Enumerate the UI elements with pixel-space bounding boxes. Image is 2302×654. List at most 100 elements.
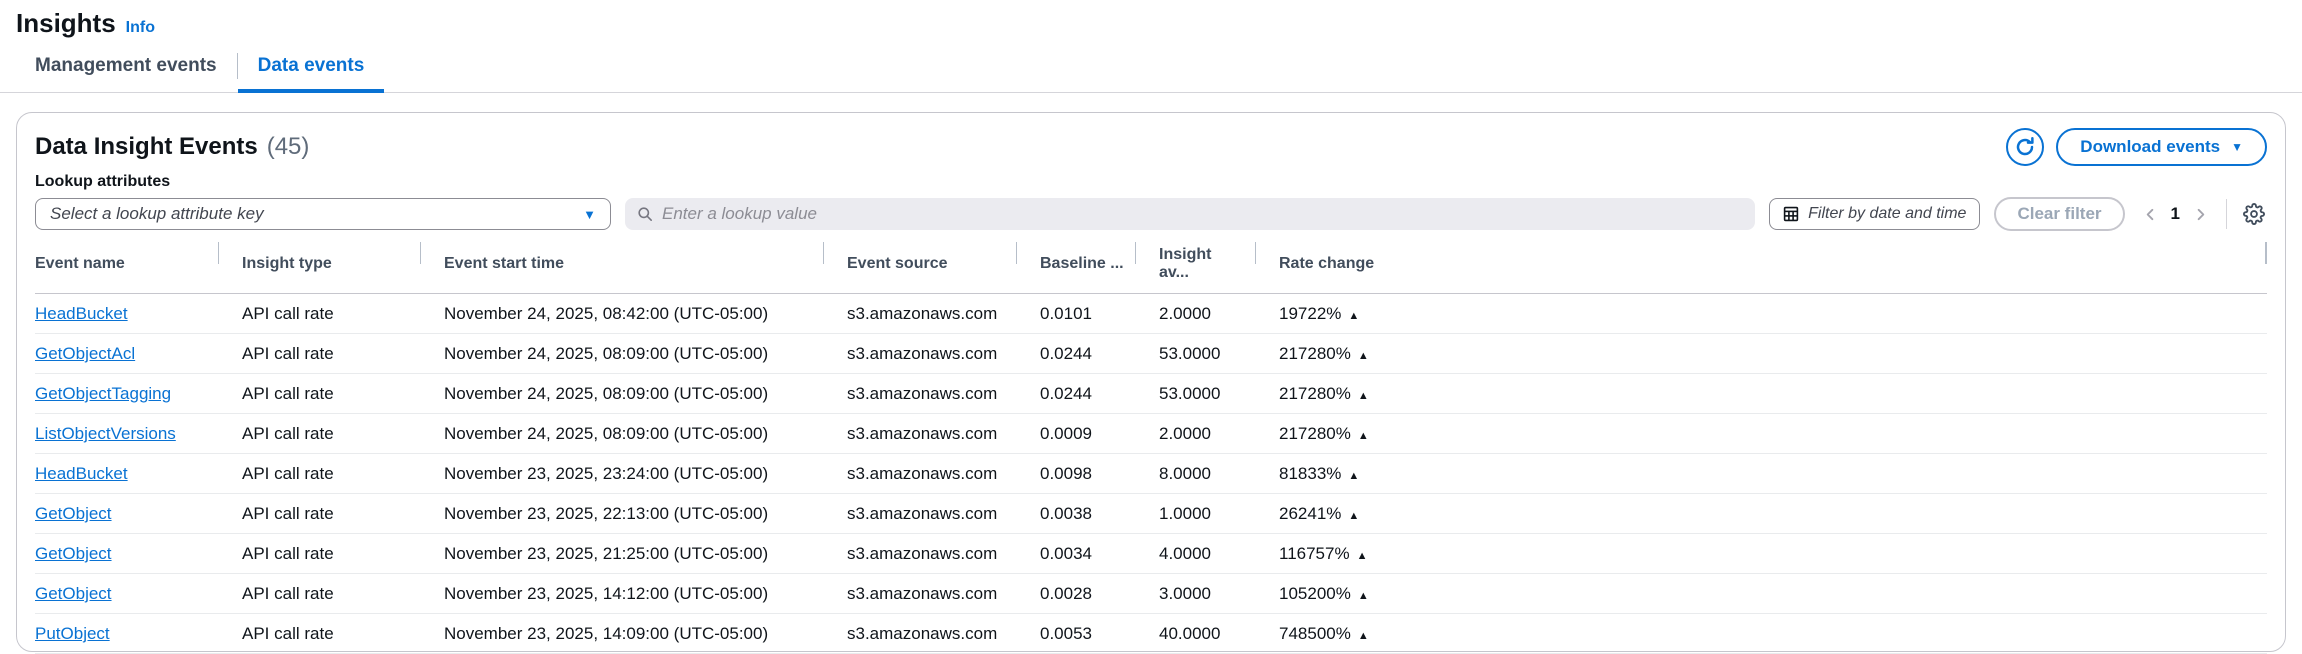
tab-data-events[interactable]: Data events bbox=[238, 53, 385, 93]
search-icon bbox=[637, 206, 653, 222]
rate-change-value: 81833% bbox=[1279, 464, 1342, 483]
rate-change-value: 26241% bbox=[1279, 504, 1342, 523]
panel-title: Data Insight Events bbox=[35, 133, 258, 160]
event-source-cell: s3.amazonaws.com bbox=[823, 413, 1016, 454]
data-insight-events-panel: Data Insight Events (45) Download events… bbox=[16, 112, 2286, 654]
rate-up-arrow-icon: ▲ bbox=[1348, 470, 1360, 482]
info-link[interactable]: Info bbox=[126, 19, 155, 37]
insight-average-cell: 4.0000 bbox=[1135, 533, 1255, 574]
date-filter-input[interactable]: Filter by date and time bbox=[1769, 198, 1981, 230]
event-start-time-cell: November 23, 2025, 14:09:00 (UTC-05:00) bbox=[420, 613, 823, 654]
rate-change-value: 748500% bbox=[1279, 624, 1351, 643]
insight-type-cell: API call rate bbox=[218, 613, 420, 654]
event-name-link[interactable]: GetObject bbox=[35, 504, 112, 523]
rate-change-value: 217280% bbox=[1279, 384, 1351, 403]
caret-down-icon: ▼ bbox=[583, 206, 596, 222]
insight-average-cell: 53.0000 bbox=[1135, 333, 1255, 374]
baseline-cell: 0.0038 bbox=[1016, 493, 1135, 534]
lookup-value-search-input[interactable]: Enter a lookup value bbox=[625, 198, 1756, 230]
rate-change-value: 105200% bbox=[1279, 584, 1351, 603]
insight-type-cell: API call rate bbox=[218, 413, 420, 454]
refresh-button[interactable] bbox=[2006, 128, 2045, 166]
event-name-link[interactable]: GetObject bbox=[35, 544, 112, 563]
download-events-label: Download events bbox=[2080, 137, 2221, 156]
table-row: GetObjectAcl API call rate November 24, … bbox=[35, 333, 2267, 374]
baseline-cell: 0.0028 bbox=[1016, 573, 1135, 614]
column-header-baseline[interactable]: Baseline ... bbox=[1016, 239, 1135, 294]
baseline-cell: 0.0244 bbox=[1016, 373, 1135, 414]
event-start-time-cell: November 24, 2025, 08:42:00 (UTC-05:00) bbox=[420, 293, 823, 334]
rate-change-cell: 26241% ▲ bbox=[1255, 493, 2267, 534]
insight-type-cell: API call rate bbox=[218, 453, 420, 494]
baseline-cell: 0.0034 bbox=[1016, 533, 1135, 574]
baseline-cell: 0.0009 bbox=[1016, 413, 1135, 454]
rate-up-arrow-icon: ▲ bbox=[1357, 390, 1369, 402]
column-header-event-start-time[interactable]: Event start time bbox=[420, 239, 823, 294]
caret-down-icon: ▼ bbox=[2231, 140, 2243, 154]
insight-average-cell: 2.0000 bbox=[1135, 293, 1255, 334]
insight-average-cell: 2.0000 bbox=[1135, 413, 1255, 454]
insight-type-cell: API call rate bbox=[218, 293, 420, 334]
events-table: Event name Insight type Event start time… bbox=[35, 239, 2267, 654]
event-name-link[interactable]: ListObjectVersions bbox=[35, 424, 176, 443]
table-row: HeadBucket API call rate November 24, 20… bbox=[35, 293, 2267, 334]
calendar-icon bbox=[1783, 206, 1799, 222]
column-header-event-name[interactable]: Event name bbox=[35, 239, 218, 294]
rate-change-cell: 19722% ▲ bbox=[1255, 293, 2267, 334]
column-header-event-source[interactable]: Event source bbox=[823, 239, 1016, 294]
column-header-insight-type[interactable]: Insight type bbox=[218, 239, 420, 294]
rate-up-arrow-icon: ▲ bbox=[1357, 430, 1369, 442]
event-source-cell: s3.amazonaws.com bbox=[823, 333, 1016, 374]
clear-filter-button[interactable]: Clear filter bbox=[1994, 197, 2125, 231]
previous-page-button[interactable] bbox=[2143, 207, 2158, 222]
insight-average-cell: 1.0000 bbox=[1135, 493, 1255, 534]
date-filter-placeholder: Filter by date and time bbox=[1808, 205, 1967, 222]
table-preferences-button[interactable] bbox=[2241, 203, 2267, 225]
refresh-icon bbox=[2015, 137, 2035, 157]
download-events-button[interactable]: Download events ▼ bbox=[2056, 128, 2267, 166]
event-source-cell: s3.amazonaws.com bbox=[823, 293, 1016, 334]
event-source-cell: s3.amazonaws.com bbox=[823, 533, 1016, 574]
event-source-cell: s3.amazonaws.com bbox=[823, 373, 1016, 414]
rate-change-cell: 81833% ▲ bbox=[1255, 453, 2267, 494]
event-name-link[interactable]: HeadBucket bbox=[35, 464, 128, 483]
event-name-link[interactable]: GetObject bbox=[35, 584, 112, 603]
event-name-link[interactable]: PutObject bbox=[35, 624, 110, 643]
event-name-link[interactable]: GetObjectTagging bbox=[35, 384, 171, 403]
panel-header: Data Insight Events (45) Download events… bbox=[35, 128, 2267, 166]
table-row: GetObject API call rate November 23, 202… bbox=[35, 493, 2267, 534]
rate-change-value: 217280% bbox=[1279, 424, 1351, 443]
event-source-cell: s3.amazonaws.com bbox=[823, 573, 1016, 614]
rate-up-arrow-icon: ▲ bbox=[1357, 350, 1369, 362]
insight-type-cell: API call rate bbox=[218, 573, 420, 614]
event-start-time-cell: November 23, 2025, 14:12:00 (UTC-05:00) bbox=[420, 573, 823, 614]
insight-type-cell: API call rate bbox=[218, 373, 420, 414]
insight-average-cell: 8.0000 bbox=[1135, 453, 1255, 494]
page-header: Insights Info bbox=[0, 0, 2302, 39]
next-page-button[interactable] bbox=[2193, 207, 2208, 222]
event-start-time-cell: November 23, 2025, 22:13:00 (UTC-05:00) bbox=[420, 493, 823, 534]
rate-change-cell: 105200% ▲ bbox=[1255, 573, 2267, 614]
column-header-insight-average[interactable]: Insight av... bbox=[1135, 239, 1255, 294]
chevron-left-icon bbox=[2143, 207, 2158, 222]
column-header-rate-change[interactable]: Rate change bbox=[1255, 239, 2267, 294]
table-body: HeadBucket API call rate November 24, 20… bbox=[35, 293, 2267, 654]
rate-change-value: 217280% bbox=[1279, 344, 1351, 363]
rate-change-value: 19722% bbox=[1279, 304, 1342, 323]
event-name-link[interactable]: GetObjectAcl bbox=[35, 344, 135, 363]
current-page-number[interactable]: 1 bbox=[2171, 204, 2180, 224]
event-source-cell: s3.amazonaws.com bbox=[823, 613, 1016, 654]
event-start-time-cell: November 24, 2025, 08:09:00 (UTC-05:00) bbox=[420, 333, 823, 374]
filter-toolbar: Select a lookup attribute key ▼ Enter a … bbox=[35, 197, 2267, 231]
search-placeholder: Enter a lookup value bbox=[662, 204, 817, 223]
gear-icon bbox=[2243, 203, 2265, 225]
table-row: HeadBucket API call rate November 23, 20… bbox=[35, 453, 2267, 494]
lookup-attribute-select[interactable]: Select a lookup attribute key ▼ bbox=[35, 198, 611, 230]
event-name-link[interactable]: HeadBucket bbox=[35, 304, 128, 323]
baseline-cell: 0.0101 bbox=[1016, 293, 1135, 334]
tab-management-events[interactable]: Management events bbox=[35, 53, 237, 93]
table-header-row: Event name Insight type Event start time… bbox=[35, 239, 2267, 294]
rate-change-cell: 217280% ▲ bbox=[1255, 413, 2267, 454]
panel-count: (45) bbox=[266, 133, 310, 160]
insight-average-cell: 40.0000 bbox=[1135, 613, 1255, 654]
